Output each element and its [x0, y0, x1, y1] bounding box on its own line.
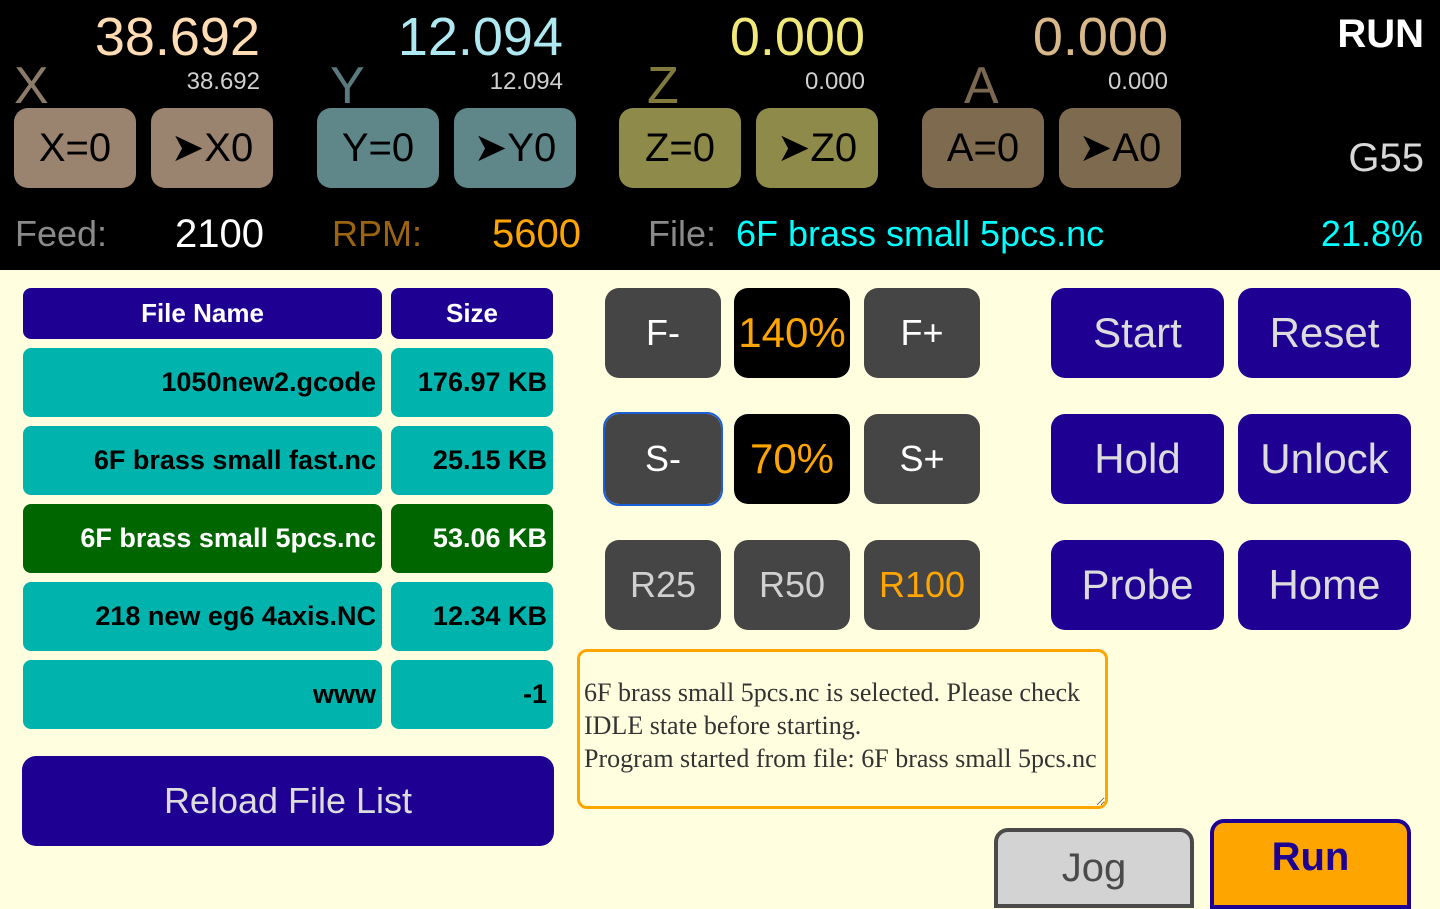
- file-row-size[interactable]: 12.34 KB: [391, 582, 553, 651]
- z-machine-position: 0.000: [804, 68, 865, 95]
- goto-x0-button[interactable]: ➤X0: [151, 108, 273, 188]
- file-row-name[interactable]: www: [23, 660, 382, 729]
- x-machine-position: 38.692: [186, 68, 260, 95]
- zero-x-button[interactable]: X=0: [14, 108, 136, 188]
- rapid-100-button[interactable]: R100: [864, 540, 980, 630]
- a-axis-label: A: [964, 57, 999, 115]
- y-machine-position: 12.094: [489, 68, 563, 95]
- goto-y0-button[interactable]: ➤Y0: [454, 108, 576, 188]
- feed-override-value: 140%: [734, 288, 850, 378]
- zero-a-button[interactable]: A=0: [922, 108, 1044, 188]
- tab-jog[interactable]: Jog: [994, 828, 1194, 908]
- file-row-name[interactable]: 218 new eg6 4axis.NC: [23, 582, 382, 651]
- spindle-increase-button[interactable]: S+: [864, 414, 980, 504]
- y-axis-label: Y: [330, 57, 365, 115]
- feed-decrease-button[interactable]: F-: [605, 288, 721, 378]
- job-progress: 21.8%: [1320, 213, 1423, 254]
- file-row-size[interactable]: 25.15 KB: [391, 426, 553, 495]
- hold-button[interactable]: Hold: [1051, 414, 1224, 504]
- home-button[interactable]: Home: [1238, 540, 1411, 630]
- feed-value: 2100: [175, 212, 264, 256]
- axis-a: 0.000 A 0.000 A=0 ➤A0: [908, 0, 1198, 200]
- dro-panel: 38.692 X 38.692 X=0 ➤X0 12.094 Y 12.094 …: [0, 0, 1440, 270]
- message-log[interactable]: 6F brass small 5pcs.nc is selected. Plea…: [577, 649, 1108, 809]
- file-row-size[interactable]: 176.97 KB: [391, 348, 553, 417]
- axis-x: 38.692 X 38.692 X=0 ➤X0: [0, 0, 290, 200]
- feed-label: Feed:: [15, 213, 108, 254]
- spindle-decrease-button[interactable]: S-: [603, 412, 723, 506]
- file-label: File:: [648, 213, 717, 254]
- work-coordinate-system: G55: [1348, 136, 1424, 180]
- x-axis-label: X: [14, 57, 49, 115]
- reset-button[interactable]: Reset: [1238, 288, 1411, 378]
- zero-y-button[interactable]: Y=0: [317, 108, 439, 188]
- start-button[interactable]: Start: [1051, 288, 1224, 378]
- goto-a0-button[interactable]: ➤A0: [1059, 108, 1181, 188]
- rapid-50-button[interactable]: R50: [734, 540, 850, 630]
- unlock-button[interactable]: Unlock: [1238, 414, 1411, 504]
- probe-button[interactable]: Probe: [1051, 540, 1224, 630]
- z-work-position: 0.000: [729, 7, 865, 67]
- file-row-name[interactable]: 1050new2.gcode: [23, 348, 382, 417]
- y-work-position: 12.094: [397, 7, 563, 67]
- file-row-name[interactable]: 6F brass small fast.nc: [23, 426, 382, 495]
- axis-y: 12.094 Y 12.094 Y=0 ➤Y0: [303, 0, 593, 200]
- tab-run[interactable]: Run: [1210, 819, 1411, 909]
- a-work-position: 0.000: [1032, 7, 1168, 67]
- rpm-label: RPM:: [332, 213, 422, 254]
- spindle-override-value: 70%: [734, 414, 850, 504]
- zero-z-button[interactable]: Z=0: [619, 108, 741, 188]
- current-file: 6F brass small 5pcs.nc: [736, 213, 1105, 254]
- file-name-header: File Name: [23, 288, 382, 339]
- goto-z0-button[interactable]: ➤Z0: [756, 108, 878, 188]
- file-size-header: Size: [391, 288, 553, 339]
- z-axis-label: Z: [647, 57, 679, 115]
- rapid-25-button[interactable]: R25: [605, 540, 721, 630]
- a-machine-position: 0.000: [1107, 68, 1168, 95]
- rpm-value: 5600: [492, 212, 581, 256]
- machine-state: RUN: [1337, 12, 1424, 56]
- file-row-size-selected[interactable]: 53.06 KB: [391, 504, 553, 573]
- axis-z: 0.000 Z 0.000 Z=0 ➤Z0: [605, 0, 895, 200]
- reload-file-list-button[interactable]: Reload File List: [22, 756, 554, 846]
- feed-increase-button[interactable]: F+: [864, 288, 980, 378]
- file-row-name-selected[interactable]: 6F brass small 5pcs.nc: [23, 504, 382, 573]
- x-work-position: 38.692: [94, 7, 260, 67]
- file-row-size[interactable]: -1: [391, 660, 553, 729]
